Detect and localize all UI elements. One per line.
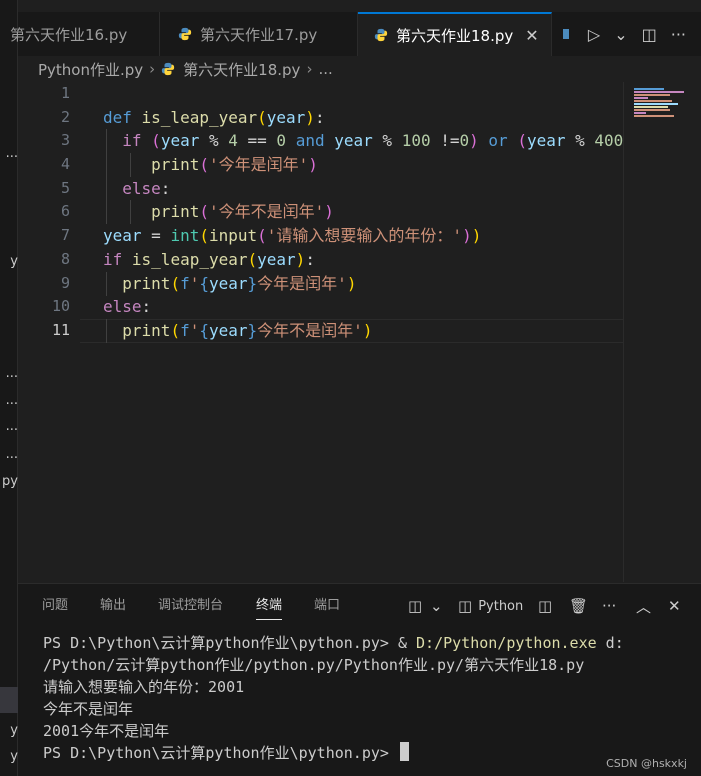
breadcrumb-folder[interactable]: Python作业.py [38,59,143,80]
tab-label: 第六天作业17.py [200,25,318,44]
line-number: 5 [60,178,70,197]
code-editor[interactable]: 1 2 3 4 5 6 7 8 9 10 11 def is_leap_year(year): if… [18,82,701,582]
python-file-icon [178,27,192,41]
explorer-item[interactable]: ... [0,393,18,408]
python-file-icon [562,29,569,39]
tab-file-16[interactable]: 第六天作业16.py [10,12,160,56]
tab-debug-console[interactable]: 调试控制台 [158,584,223,628]
explorer-item[interactable]: y [0,254,18,269]
line-number: 10 [51,297,70,316]
code-line[interactable] [103,82,623,106]
panel-tabs: 问题 输出 调试控制台 终端 端口 ◫ ⌄ ◫ Python ◫ 🗑 ··· ︿… [18,584,701,628]
line-number: 3 [60,131,70,150]
code-line[interactable]: print('今年是闰年') [103,153,623,177]
code-line[interactable]: print(f'{year}今年不是闰年') [103,319,623,343]
tab-label: 第六天作业16.py [10,25,128,44]
terminal-output[interactable]: PS D:\Python\云计算python作业\python.py> & D:… [43,632,693,764]
editor-tab-bar: 第六天作业16.py 第六天作业17.py 第六天作业18.py ✕ ▷ ⌄ ◫… [10,12,701,56]
explorer-item[interactable]: py [0,474,18,489]
close-icon[interactable]: ✕ [668,584,681,628]
watermark: CSDN @hskxkj [606,757,687,770]
close-icon[interactable]: ✕ [525,26,538,45]
trash-icon[interactable]: 🗑 [569,584,588,628]
line-number: 4 [60,155,70,174]
terminal-icon: ◫ [458,597,473,615]
terminal-line: PS D:\Python\云计算python作业\python.py> [43,742,693,764]
bottom-panel: 问题 输出 调试控制台 终端 端口 ◫ ⌄ ◫ Python ◫ 🗑 ··· ︿… [18,583,701,776]
terminal-line: PS D:\Python\云计算python作业\python.py> & D:… [43,634,624,652]
code-line[interactable]: year = int(input('请输入想要输入的年份：')) [103,224,623,248]
code-lines[interactable]: def is_leap_year(year): if (year % 4 == … [103,82,623,343]
line-number: 2 [60,107,70,126]
terminal-instance[interactable]: ◫ Python [458,584,523,628]
tab-label: 第六天作业18.py [396,26,514,45]
terminal-line: 请输入想要输入的年份：2001 [43,678,245,696]
explorer-item[interactable]: y [0,749,18,764]
tab-file-17[interactable]: 第六天作业17.py [160,12,358,56]
terminal-line: /Python/云计算python作业/python.py/Python作业.p… [43,656,585,674]
python-file-icon [162,62,175,76]
terminal-name: Python [478,598,524,614]
explorer-selected-row[interactable] [0,687,18,713]
chevron-right-icon: › [149,60,156,78]
line-number: 7 [60,226,70,245]
explorer-item[interactable]: ... [0,146,18,161]
line-number: 9 [60,273,70,292]
code-line[interactable]: if (year % 4 == 0 and year % 100 !=0) or… [103,129,623,153]
split-editor-icon[interactable]: ◫ [637,25,662,44]
explorer-item[interactable]: y [0,723,18,738]
explorer-item[interactable]: ... [0,366,18,381]
minimap[interactable] [623,82,701,582]
tab-problems[interactable]: 问题 [42,584,68,628]
code-line[interactable]: if is_leap_year(year): [103,248,623,272]
editor-actions: ▷ ⌄ ◫ ··· [552,12,701,56]
line-number: 11 [51,320,70,339]
tab-file-18[interactable]: 第六天作业18.py ✕ [358,12,552,56]
code-line[interactable]: def is_leap_year(year): [103,106,623,130]
explorer-item[interactable]: ... [0,447,18,462]
breadcrumb: Python作业.py › 第六天作业18.py › ... [18,56,701,82]
terminal-layout-icon[interactable]: ◫ [408,584,422,628]
line-number: 1 [60,84,70,102]
terminal-cursor [399,742,409,761]
maximize-panel-icon[interactable]: ︿ [636,584,651,628]
split-terminal-icon[interactable]: ◫ [538,584,552,628]
tab-ports[interactable]: 端口 [314,584,340,628]
code-line[interactable]: else: [103,177,623,201]
line-number-gutter: 1 2 3 4 5 6 7 8 9 10 11 [18,82,80,343]
python-file-icon [374,28,388,42]
explorer-item[interactable]: ... [0,419,18,434]
breadcrumb-symbols[interactable]: ... [318,60,332,78]
chevron-down-icon[interactable]: ⌄ [609,25,632,44]
run-icon[interactable]: ▷ [583,25,605,44]
code-line[interactable]: else: [103,295,623,319]
tab-terminal[interactable]: 终端 [256,584,283,628]
code-line[interactable]: print(f'{year}今年是闰年') [103,272,623,296]
more-actions-icon[interactable]: ··· [602,584,616,628]
explorer-sidebar-partial: ... y ... ... ... ... py y y [0,0,18,776]
tab-output[interactable]: 输出 [100,584,126,628]
line-number: 6 [60,202,70,221]
code-line[interactable]: print('今年不是闰年') [103,200,623,224]
chevron-right-icon: › [306,60,313,78]
line-number: 8 [60,249,70,268]
breadcrumb-file[interactable]: 第六天作业18.py [183,59,300,80]
terminal-line: 今年不是闰年 [43,700,134,718]
chevron-down-icon[interactable]: ⌄ [430,584,443,628]
more-actions-icon[interactable]: ··· [666,25,691,44]
terminal-line: 2001今年不是闰年 [43,722,170,740]
